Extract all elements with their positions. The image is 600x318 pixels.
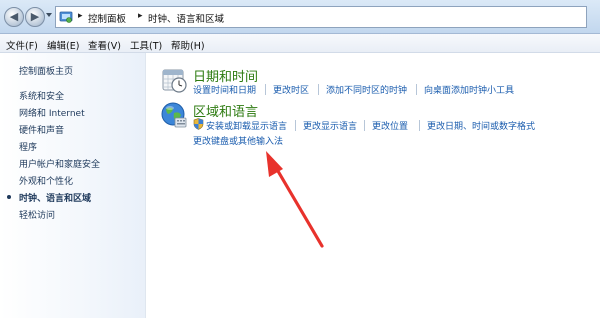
annotation-arrow [266,151,324,248]
